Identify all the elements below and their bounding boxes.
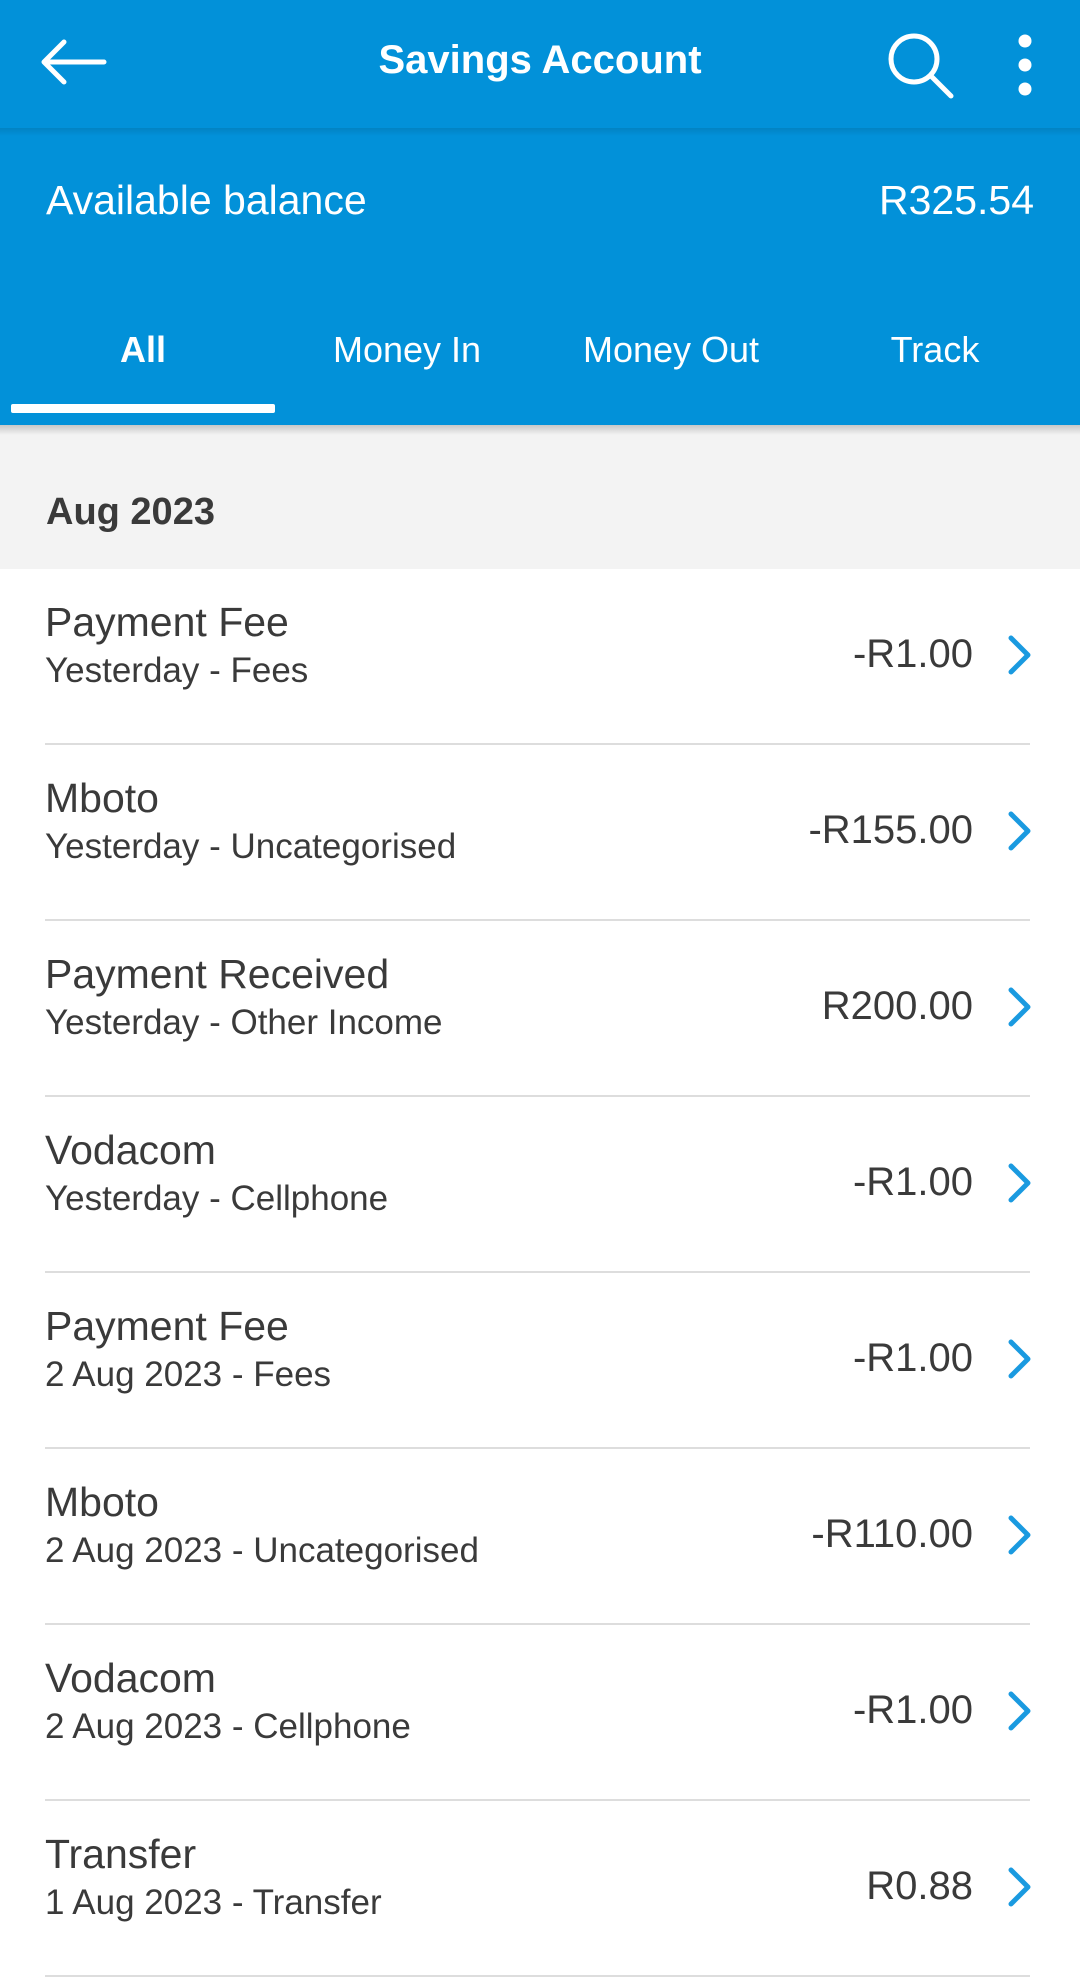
transaction-row[interactable]: Transfer 1 Aug 2023 - Transfer R0.88 [0,1801,1080,1977]
page-title: Savings Account [378,38,702,82]
transaction-details: 2 Aug 2023 - Uncategorised [45,1531,479,1570]
transaction-list: Payment Fee Yesterday - Fees -R1.00 Mbot… [0,569,1080,1977]
transaction-amount: -R1.00 [852,1688,973,1732]
chevron-right-icon [1008,1691,1031,1731]
tab-money-in[interactable]: Money In [275,310,539,425]
transaction-name: Transfer [45,1831,197,1877]
transaction-name: Payment Received [45,951,390,997]
month-section-header: Aug 2023 [0,425,1080,569]
account-header: Savings Account Available balance R325.5… [0,0,1080,425]
transaction-details: Yesterday - Cellphone [45,1179,389,1218]
transaction-details: Yesterday - Fees [45,651,309,690]
balance-value: R325.54 [878,177,1034,223]
transaction-name: Vodacom [45,1655,216,1701]
more-options-button[interactable] [990,20,1060,110]
balance-label: Available balance [46,177,367,223]
transaction-name: Payment Fee [45,1303,289,1349]
transaction-name: Vodacom [45,1127,216,1173]
transaction-row[interactable]: Mboto 2 Aug 2023 - Uncategorised -R110.0… [0,1449,1080,1625]
transaction-details: 1 Aug 2023 - Transfer [45,1883,382,1922]
transaction-details: Yesterday - Other Income [45,1003,443,1042]
chevron-right-icon [1008,635,1031,675]
app-bar-shadow [0,128,1080,136]
transaction-row[interactable]: Payment Fee 2 Aug 2023 - Fees -R1.00 [0,1273,1080,1449]
tab-money-out[interactable]: Money Out [539,310,803,425]
active-tab-indicator [11,404,275,413]
more-vertical-icon [1018,34,1032,96]
transaction-amount: -R155.00 [808,808,973,852]
transaction-name: Mboto [45,775,159,821]
transaction-row[interactable]: Vodacom Yesterday - Cellphone -R1.00 [0,1097,1080,1273]
transaction-name: Payment Fee [45,599,289,645]
transaction-name: Mboto [45,1479,159,1525]
transaction-amount: -R110.00 [811,1512,973,1556]
chevron-right-icon [1008,1163,1031,1203]
transaction-amount: -R1.00 [852,1160,973,1204]
transaction-amount: -R1.00 [852,632,973,676]
header-shadow [0,425,1080,435]
transaction-row[interactable]: Mboto Yesterday - Uncategorised -R155.00 [0,745,1080,921]
search-icon [888,33,954,99]
transaction-amount: R0.88 [866,1864,973,1908]
app-bar: Savings Account [0,0,1080,130]
transaction-amount: R200.00 [821,984,973,1028]
transaction-amount: -R1.00 [852,1336,973,1380]
transaction-row[interactable]: Payment Fee Yesterday - Fees -R1.00 [0,569,1080,745]
month-section-title: Aug 2023 [46,491,215,533]
arrow-left-icon [41,39,106,85]
chevron-right-icon [1008,1515,1031,1555]
back-button[interactable] [30,22,115,102]
transaction-details: Yesterday - Uncategorised [45,827,457,866]
transaction-details: 2 Aug 2023 - Cellphone [45,1707,411,1746]
search-button[interactable] [870,20,970,110]
chevron-right-icon [1008,1867,1031,1907]
transaction-row[interactable]: Payment Received Yesterday - Other Incom… [0,921,1080,1097]
transaction-details: 2 Aug 2023 - Fees [45,1355,332,1394]
tab-track[interactable]: Track [803,310,1067,425]
chevron-right-icon [1008,1339,1031,1379]
transaction-row[interactable]: Vodacom 2 Aug 2023 - Cellphone -R1.00 [0,1625,1080,1801]
chevron-right-icon [1008,987,1031,1027]
chevron-right-icon [1008,811,1031,851]
